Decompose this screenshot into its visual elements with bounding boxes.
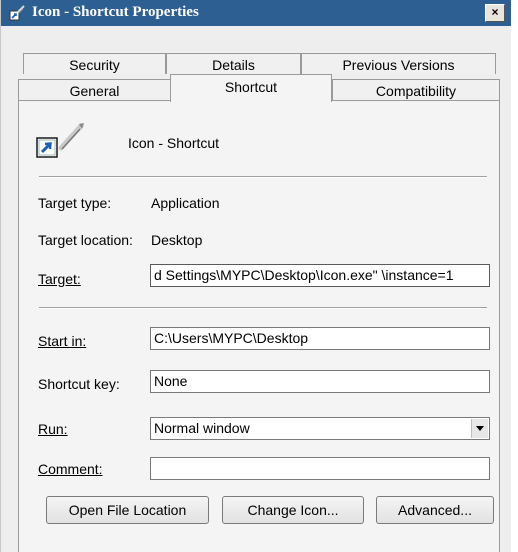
separator (39, 176, 487, 178)
shortcut-key-label: Shortcut key: (38, 376, 120, 392)
start-in-label: Start in: (38, 333, 87, 349)
shortcut-icon (9, 5, 25, 21)
target-input[interactable]: d Settings\MYPC\Desktop\Icon.exe" \insta… (150, 264, 490, 287)
close-button[interactable]: × (485, 4, 505, 22)
target-type-value: Application (151, 195, 220, 211)
tab-compatibility[interactable]: Compatibility (332, 79, 500, 100)
open-file-location-button[interactable]: Open File Location (46, 496, 209, 524)
comment-label: Comment: (38, 461, 103, 477)
advanced-button[interactable]: Advanced... (376, 496, 494, 524)
target-location-label: Target location: (38, 232, 133, 248)
chevron-down-icon[interactable] (471, 419, 488, 438)
tab-details[interactable]: Details (166, 53, 301, 74)
tab-security[interactable]: Security (23, 53, 166, 74)
window-title: Icon - Shortcut Properties (32, 4, 199, 20)
comment-input[interactable] (150, 457, 490, 480)
tab-general[interactable]: General (18, 79, 171, 100)
target-type-label: Target type: (38, 195, 112, 211)
target-label: Target: (38, 271, 81, 287)
application-shortcut-icon (36, 123, 84, 158)
tab-previous-versions[interactable]: Previous Versions (301, 53, 496, 74)
shortcut-name: Icon - Shortcut (128, 135, 220, 151)
title-bar[interactable]: Icon - Shortcut Properties × (1, 0, 511, 26)
run-select[interactable]: Normal window (150, 417, 490, 440)
target-location-value: Desktop (151, 232, 203, 248)
change-icon-button[interactable]: Change Icon... (222, 496, 364, 524)
tab-shortcut[interactable]: Shortcut (170, 74, 332, 102)
properties-window: Icon - Shortcut Properties × Security De… (0, 0, 511, 552)
separator (39, 307, 487, 309)
shortcut-key-input[interactable]: None (150, 370, 490, 393)
run-label: Run: (38, 421, 68, 437)
shortcut-panel (18, 100, 500, 552)
run-select-value: Normal window (154, 420, 250, 436)
start-in-input[interactable]: C:\Users\MYPC\Desktop (150, 327, 490, 350)
